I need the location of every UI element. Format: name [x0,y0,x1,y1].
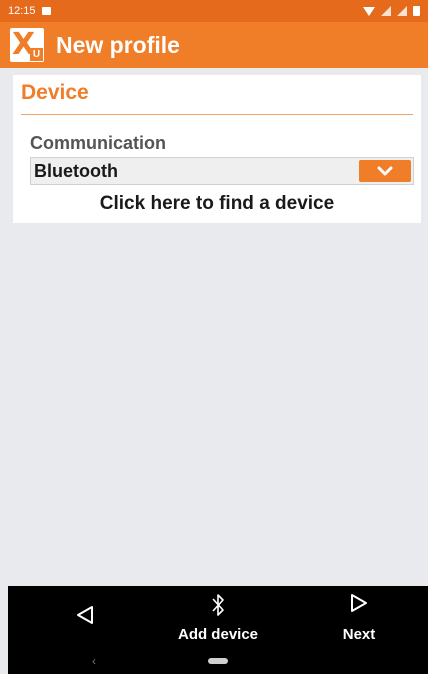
status-left: 12:15 [8,5,51,17]
system-back-icon[interactable]: ‹ [92,654,96,668]
app-bar: X U New profile [0,22,428,68]
next-button[interactable]: Next [324,586,394,646]
system-home-icon[interactable] [208,658,228,664]
chevron-down-icon [377,166,393,176]
triangle-right-icon [351,594,367,612]
communication-label: Communication [30,133,167,153]
page-title: New profile [56,31,180,58]
communication-select-value: Bluetooth [34,161,118,181]
section-title-device: Device [21,81,89,104]
section-divider [21,114,413,115]
signal-secondary-icon [397,6,407,16]
communication-select[interactable]: Bluetooth [30,157,414,185]
notification-icon [41,7,51,15]
device-card: Device Communication Bluetooth Click her… [13,75,421,223]
next-label: Next [342,626,376,643]
signal-icon [381,6,391,16]
dropdown-button[interactable] [359,160,411,182]
status-right [363,6,420,16]
status-bar: 12:15 [0,0,428,22]
find-device-link[interactable]: Click here to find a device [13,193,421,215]
add-device-label: Add device [177,626,259,643]
wifi-icon [363,6,375,16]
system-nav-bar: ‹ [8,646,428,674]
bluetooth-icon [212,594,224,616]
triangle-left-icon [77,606,93,624]
bottom-action-bar: Add device Next [8,586,428,646]
left-strip [0,586,8,674]
status-time: 12:15 [8,5,36,17]
logo-badge: U [30,48,43,61]
add-device-button[interactable]: Add device [158,586,278,646]
battery-icon [413,6,420,16]
app-logo-icon: X U [10,28,44,62]
back-button[interactable] [60,586,110,646]
